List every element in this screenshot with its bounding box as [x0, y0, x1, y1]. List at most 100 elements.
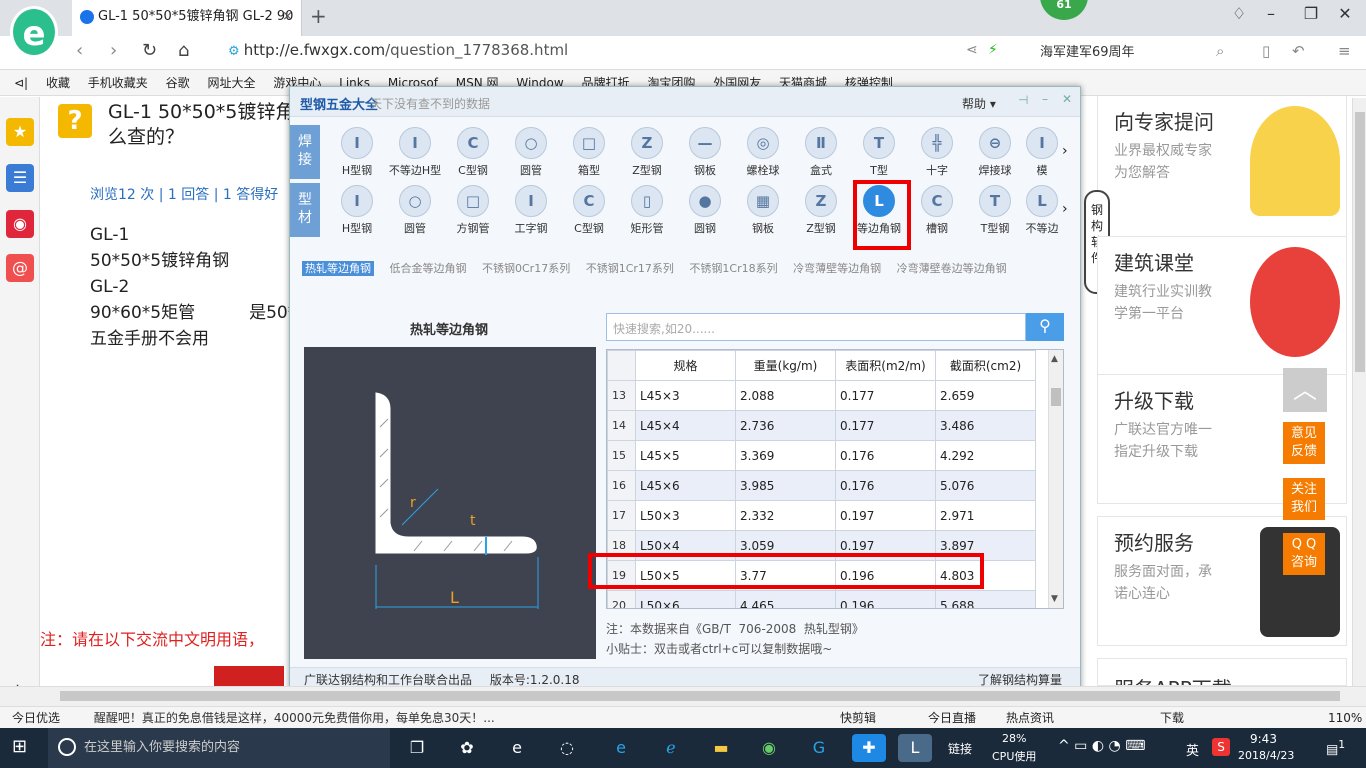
browser-taskbar-icon[interactable]: e — [500, 734, 534, 762]
cell-w[interactable]: 2.736 — [735, 410, 836, 441]
close-window-icon[interactable]: ✕ — [1330, 4, 1360, 23]
favorites-star-icon[interactable]: ★ — [6, 118, 34, 146]
qq-consult-button[interactable]: Q Q 咨询 — [1283, 533, 1325, 575]
zoom-level[interactable]: 110% — [1328, 707, 1362, 728]
col-surface[interactable]: 表面积(m2/m) — [835, 350, 936, 381]
table-row[interactable]: 20 L50×6 4.465 0.196 5.688 — [607, 590, 1036, 608]
weld-z-steel[interactable]: Z Z型钢 — [618, 127, 676, 181]
cell-spec[interactable]: L50×6 — [635, 590, 736, 608]
profile-rect-pipe[interactable]: ▯ 矩形管 — [618, 185, 676, 239]
cell-w[interactable]: 4.465 — [735, 590, 836, 608]
status-item-2[interactable]: 热点资讯 — [1006, 707, 1054, 728]
bookmark-0[interactable]: 收藏 — [46, 76, 70, 90]
task-view-icon[interactable]: ❐ — [400, 734, 434, 762]
refresh-icon[interactable]: ↻ — [142, 40, 157, 61]
table-row[interactable]: 13 L45×3 2.088 0.177 2.659 — [607, 380, 1036, 411]
cell-s[interactable]: 0.197 — [835, 500, 936, 531]
building-class-box[interactable]: 建筑课堂 建筑行业实训教 学第一平台 — [1097, 236, 1347, 386]
profile-z-steel[interactable]: Z Z型钢 — [792, 185, 850, 239]
horizontal-scrollbar[interactable] — [0, 686, 1366, 706]
cell-spec[interactable]: L45×3 — [635, 380, 736, 411]
weld-unequal-h[interactable]: I 不等边H型 — [386, 127, 444, 181]
status-item-1[interactable]: 今日直播 — [928, 707, 976, 728]
bookmark-1[interactable]: 手机收藏夹 — [88, 76, 148, 90]
phone-icon[interactable]: ▯ — [1262, 42, 1270, 60]
subtab-0[interactable]: 热轧等边角钢 — [302, 261, 374, 276]
menu-icon[interactable]: ≡ — [1338, 42, 1351, 60]
cell-s[interactable]: 0.196 — [835, 590, 936, 608]
steel-app-icon[interactable]: L — [898, 734, 932, 762]
table-row[interactable]: 15 L45×5 3.369 0.176 4.292 — [607, 440, 1036, 471]
search-icon[interactable]: ⌕ — [1216, 42, 1224, 60]
weld-box-type[interactable]: Ⅱ 盒式 — [792, 127, 850, 181]
new-tab-button[interactable]: + — [310, 4, 327, 28]
browser-logo-icon[interactable]: e — [10, 6, 58, 58]
table-row[interactable]: 16 L45×6 3.985 0.176 5.076 — [607, 470, 1036, 501]
cell-n[interactable]: 13 — [607, 380, 636, 411]
banner-image[interactable] — [214, 666, 284, 686]
active-tab[interactable]: GL-1 50*50*5镀锌角钢 GL-2 90 × — [72, 0, 302, 36]
app-icon-3[interactable]: ◉ — [752, 734, 786, 762]
taskbar-search[interactable]: 在这里输入你要搜索的内容 — [48, 728, 390, 768]
clock-date[interactable]: 2018/4/23 — [1238, 749, 1294, 762]
cell-a[interactable]: 5.688 — [935, 590, 1036, 608]
edge-icon[interactable]: e — [604, 734, 638, 762]
col-weight[interactable]: 重量(kg/m) — [735, 350, 836, 381]
back-to-top-icon[interactable]: ︿ — [1283, 368, 1327, 412]
weld-c-steel[interactable]: C C型钢 — [444, 127, 502, 181]
mail-icon[interactable]: @ — [6, 254, 34, 282]
table-row[interactable]: 17 L50×3 2.332 0.197 2.971 — [607, 500, 1036, 531]
cell-spec[interactable]: L45×6 — [635, 470, 736, 501]
profile-i-beam[interactable]: I 工字钢 — [502, 185, 560, 239]
weld-t-type[interactable]: T T型 — [850, 127, 908, 181]
hot-search-text[interactable]: 海军建军69周年 — [1040, 41, 1135, 60]
cell-a[interactable]: 2.659 — [935, 380, 1036, 411]
subtab-6[interactable]: 冷弯薄壁卷边等边角钢 — [897, 262, 1007, 275]
undo-icon[interactable]: ↶ — [1292, 42, 1305, 60]
category-weld[interactable]: 焊 接 — [290, 125, 320, 179]
skin-icon[interactable]: ♢ — [1224, 4, 1254, 23]
link-toolbar[interactable]: 链接 — [948, 740, 972, 757]
status-item-3[interactable]: 下载 — [1160, 707, 1184, 728]
back-icon[interactable]: ‹ — [76, 40, 83, 61]
today-picks[interactable]: 今日优选 — [12, 711, 60, 725]
app-icon-4[interactable]: G — [802, 734, 836, 762]
table-row[interactable]: 14 L45×4 2.736 0.177 3.486 — [607, 410, 1036, 441]
ad-text[interactable]: 醒醒吧！真正的免息借钱是这样，40000元免费借你用，每单免息30天！... — [94, 711, 495, 725]
collapse-sidebar-icon[interactable]: ⊲| — [14, 76, 28, 90]
cell-w[interactable]: 3.369 — [735, 440, 836, 471]
accelerate-icon[interactable]: ⚡ — [988, 42, 998, 58]
cell-spec[interactable]: L45×5 — [635, 440, 736, 471]
profile-square-pipe[interactable]: □ 方钢管 — [444, 185, 502, 239]
ime-indicator[interactable]: 英 — [1186, 740, 1199, 759]
cell-n[interactable]: 15 — [607, 440, 636, 471]
subtab-1[interactable]: 低合金等边角钢 — [390, 262, 467, 275]
profile-unequal[interactable]: L 不等边 — [1024, 185, 1060, 239]
cell-w[interactable]: 3.985 — [735, 470, 836, 501]
app-icon-5[interactable]: ✚ — [852, 734, 886, 762]
cell-n[interactable]: 17 — [607, 500, 636, 531]
cell-w[interactable]: 2.088 — [735, 380, 836, 411]
url-field[interactable]: ⚙ http://e.fwxgx.com/question_1778368.ht… — [228, 41, 568, 59]
subtab-2[interactable]: 不锈钢0Cr17系列 — [482, 262, 570, 275]
profile-channel[interactable]: C 槽钢 — [908, 185, 966, 239]
app-icon-2[interactable]: ◌ — [550, 734, 584, 762]
reader-icon[interactable]: ☰ — [6, 164, 34, 192]
subtab-5[interactable]: 冷弯薄壁等边角钢 — [793, 262, 881, 275]
follow-button[interactable]: 关注 我们 — [1283, 478, 1325, 520]
cell-s[interactable]: 0.176 — [835, 440, 936, 471]
dialog-close-icon[interactable]: ✕ — [1062, 92, 1072, 106]
windows-start-icon[interactable]: ⊞ — [12, 736, 27, 757]
profile-t-steel[interactable]: T T型钢 — [966, 185, 1024, 239]
weld-h-steel[interactable]: I H型钢 — [328, 127, 386, 181]
cell-s[interactable]: 0.177 — [835, 380, 936, 411]
ie-icon[interactable]: ℯ — [654, 734, 688, 762]
feedback-button[interactable]: 意见 反馈 — [1283, 422, 1325, 464]
cell-s[interactable]: 0.176 — [835, 470, 936, 501]
clock-time[interactable]: 9:43 — [1250, 732, 1277, 746]
row1-next-icon[interactable]: › — [1062, 143, 1068, 159]
status-item-0[interactable]: 快剪辑 — [840, 707, 876, 728]
folder-icon[interactable]: ▬ — [704, 734, 738, 762]
weld-round-pipe[interactable]: ○ 圆管 — [502, 127, 560, 181]
dialog-minimize-icon[interactable]: – — [1042, 92, 1048, 106]
